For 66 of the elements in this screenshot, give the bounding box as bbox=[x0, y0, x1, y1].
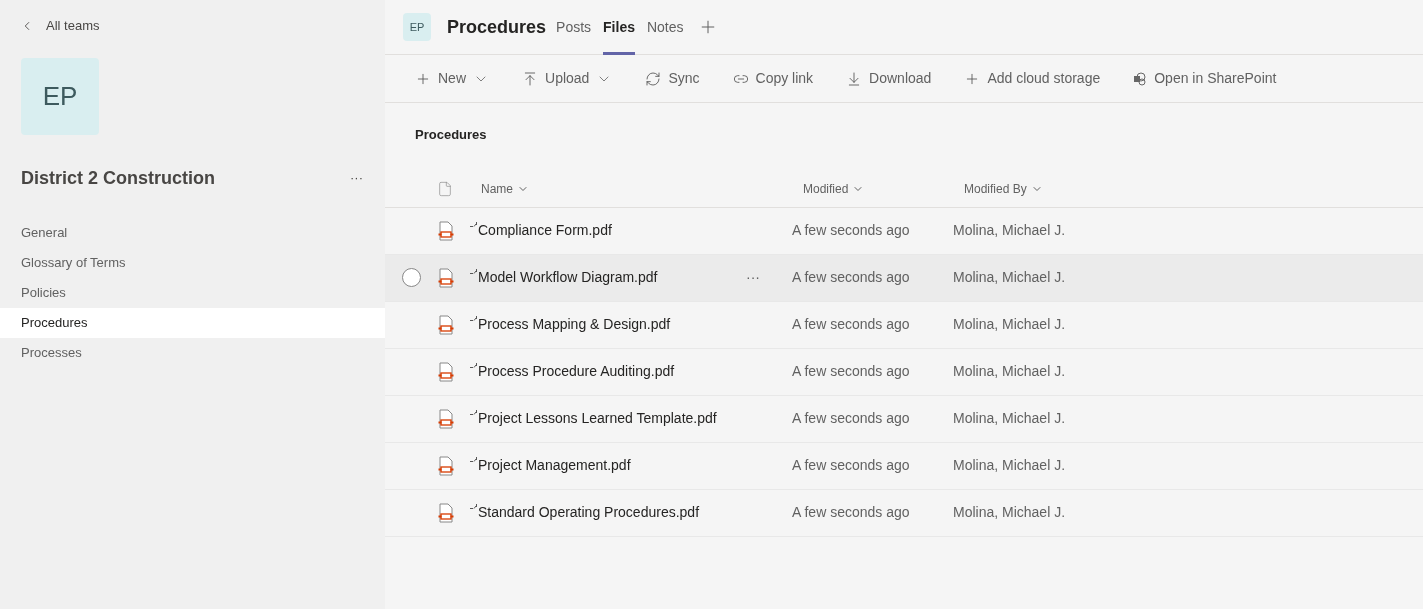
file-name[interactable]: Project Management.pdf bbox=[478, 455, 631, 476]
toolbar-button[interactable]: Add cloud storage bbox=[964, 68, 1101, 89]
pdf-file-icon bbox=[437, 220, 455, 241]
channel-item[interactable]: Glossary of Terms bbox=[0, 247, 385, 278]
table-cell-text: A few seconds ago bbox=[792, 409, 911, 428]
file-row[interactable]: Process Procedure Auditing.pdf A few seconds ago Molina, Michael J. bbox=[385, 348, 1423, 396]
file-name[interactable]: Standard Operating Procedures.pdf bbox=[478, 502, 700, 523]
toolbar-button[interactable]: Download bbox=[846, 68, 932, 89]
table-cell-text: A few seconds ago bbox=[792, 315, 911, 334]
table-cell-text: Molina, Michael J. bbox=[953, 268, 1066, 287]
pdf-file-icon bbox=[437, 502, 455, 523]
toolbar-button[interactable]: New bbox=[415, 68, 489, 89]
file-row[interactable]: Compliance Form.pdf A few seconds ago Molina, Michael J. bbox=[385, 207, 1423, 255]
channel-item[interactable]: Policies bbox=[0, 277, 385, 308]
select-radio[interactable] bbox=[401, 268, 421, 287]
back-link[interactable]: All teams bbox=[0, 16, 385, 36]
pdf-file-icon bbox=[437, 314, 455, 335]
sync-icon bbox=[645, 70, 662, 87]
column-header[interactable]: Name bbox=[481, 179, 803, 198]
tab[interactable]: Notes bbox=[646, 0, 684, 55]
pdf-file-icon bbox=[437, 455, 455, 476]
file-row[interactable]: Project Lessons Learned Template.pdf A few seconds ago Molina, Michael J. bbox=[385, 395, 1423, 443]
channel-avatar: EP bbox=[403, 13, 431, 41]
column-header[interactable]: Modified bbox=[803, 179, 964, 198]
upload-icon bbox=[522, 70, 538, 87]
file-row[interactable]: Process Mapping & Design.pdf A few seconds ago Molina, Michael J. bbox=[385, 301, 1423, 349]
file-name[interactable]: Compliance Form.pdf bbox=[478, 220, 612, 241]
file-name[interactable]: Process Mapping & Design.pdf bbox=[478, 314, 671, 335]
toolbar-button[interactable]: Sync bbox=[645, 68, 700, 89]
table-cell-text: Molina, Michael J. bbox=[953, 221, 1066, 240]
table-cell-text: Molina, Michael J. bbox=[953, 456, 1066, 475]
channel-item[interactable]: General bbox=[0, 217, 385, 248]
toolbar-button[interactable]: Open in SharePoint bbox=[1133, 68, 1277, 89]
channel-item[interactable]: Processes bbox=[0, 337, 385, 368]
table-cell-text: A few seconds ago bbox=[792, 362, 911, 381]
table-cell-text: Molina, Michael J. bbox=[953, 503, 1066, 522]
more-options-button[interactable]: ··· bbox=[350, 168, 363, 188]
pdf-file-icon bbox=[437, 267, 455, 288]
table-cell-text: A few seconds ago bbox=[792, 221, 911, 240]
pdf-file-icon bbox=[437, 361, 455, 382]
file-name[interactable]: Model Workflow Diagram.pdf bbox=[478, 267, 658, 288]
more-options-button[interactable]: ··· bbox=[746, 267, 760, 288]
table-cell-text: A few seconds ago bbox=[792, 268, 911, 287]
table-cell-text: A few seconds ago bbox=[792, 503, 911, 522]
file-name[interactable]: Project Lessons Learned Template.pdf bbox=[478, 408, 717, 429]
file-row[interactable]: Project Management.pdf A few seconds ago Molina, Michael J. bbox=[385, 442, 1423, 490]
channel-title: Procedures bbox=[447, 15, 547, 39]
toolbar-button[interactable]: Copy link bbox=[732, 68, 814, 89]
team-avatar: EP bbox=[21, 57, 99, 135]
file-row[interactable]: Standard Operating Procedures.pdf A few seconds ago Molina, Michael J. bbox=[385, 489, 1423, 537]
table-cell-text: Molina, Michael J. bbox=[953, 409, 1066, 428]
table-cell-text: A few seconds ago bbox=[792, 456, 911, 475]
column-header[interactable]: Modified By bbox=[964, 179, 1043, 198]
file-name[interactable]: Process Procedure Auditing.pdf bbox=[478, 361, 675, 382]
pdf-file-icon bbox=[437, 408, 455, 429]
table-cell-text: Molina, Michael J. bbox=[953, 362, 1066, 381]
file-row[interactable]: Model Workflow Diagram.pdf ··· A few seconds ago Molina, Michael J. bbox=[385, 254, 1423, 302]
breadcrumb: Procedures bbox=[415, 126, 488, 144]
file-type-icon bbox=[437, 180, 453, 197]
table-cell-text: Molina, Michael J. bbox=[953, 315, 1066, 334]
tab[interactable]: Posts bbox=[556, 0, 592, 55]
sharepoint-icon bbox=[1133, 71, 1148, 86]
team-name: District 2 Construction bbox=[21, 166, 216, 190]
channel-item[interactable]: Procedures bbox=[0, 307, 385, 338]
tab[interactable]: Files bbox=[603, 0, 635, 55]
toolbar-button[interactable]: Upload bbox=[522, 68, 613, 89]
